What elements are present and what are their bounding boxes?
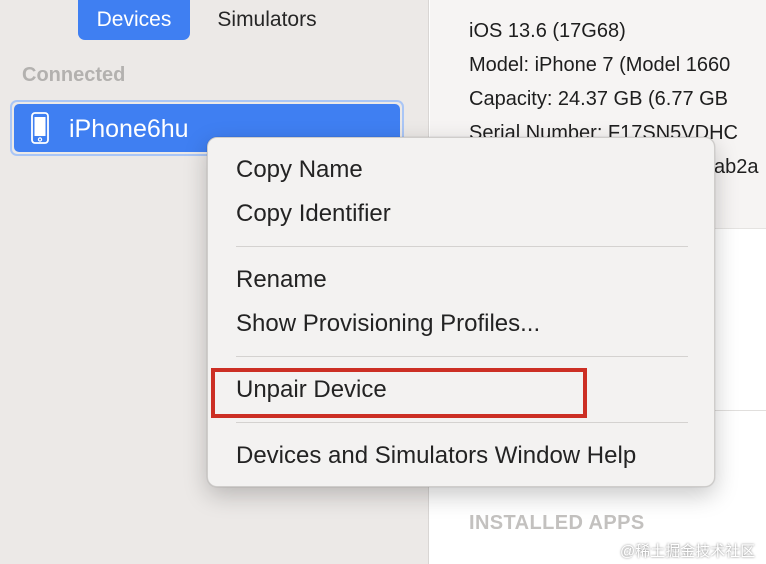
device-model: Model: iPhone 7 (Model 1660 (469, 54, 731, 76)
unpair-highlight-annotation (211, 368, 587, 418)
devices-tab[interactable]: Devices (78, 0, 190, 40)
menu-item-rename[interactable]: Rename (236, 266, 327, 294)
ios-version: iOS 13.6 (17G68) (469, 20, 626, 42)
simulators-tab[interactable]: Simulators (200, 0, 334, 40)
menu-item-copy-identifier[interactable]: Copy Identifier (236, 200, 391, 228)
menu-separator (236, 422, 688, 423)
device-context-menu: Copy Name Copy Identifier Rename Show Pr… (207, 137, 715, 487)
menu-item-window-help[interactable]: Devices and Simulators Window Help (236, 442, 636, 470)
watermark: @稀土掘金技术社区 (620, 543, 756, 560)
iphone-icon (31, 112, 49, 144)
connected-section-header: Connected (22, 64, 126, 86)
menu-item-show-provisioning-profiles[interactable]: Show Provisioning Profiles... (236, 310, 540, 338)
device-capacity: Capacity: 24.37 GB (6.77 GB (469, 88, 729, 110)
device-name: iPhone6hu (69, 115, 189, 143)
menu-separator (236, 246, 688, 247)
identifier-fragment: ab2a (714, 156, 759, 178)
menu-item-copy-name[interactable]: Copy Name (236, 156, 363, 184)
menu-separator (236, 356, 688, 357)
installed-apps-header: INSTALLED APPS (469, 512, 645, 534)
